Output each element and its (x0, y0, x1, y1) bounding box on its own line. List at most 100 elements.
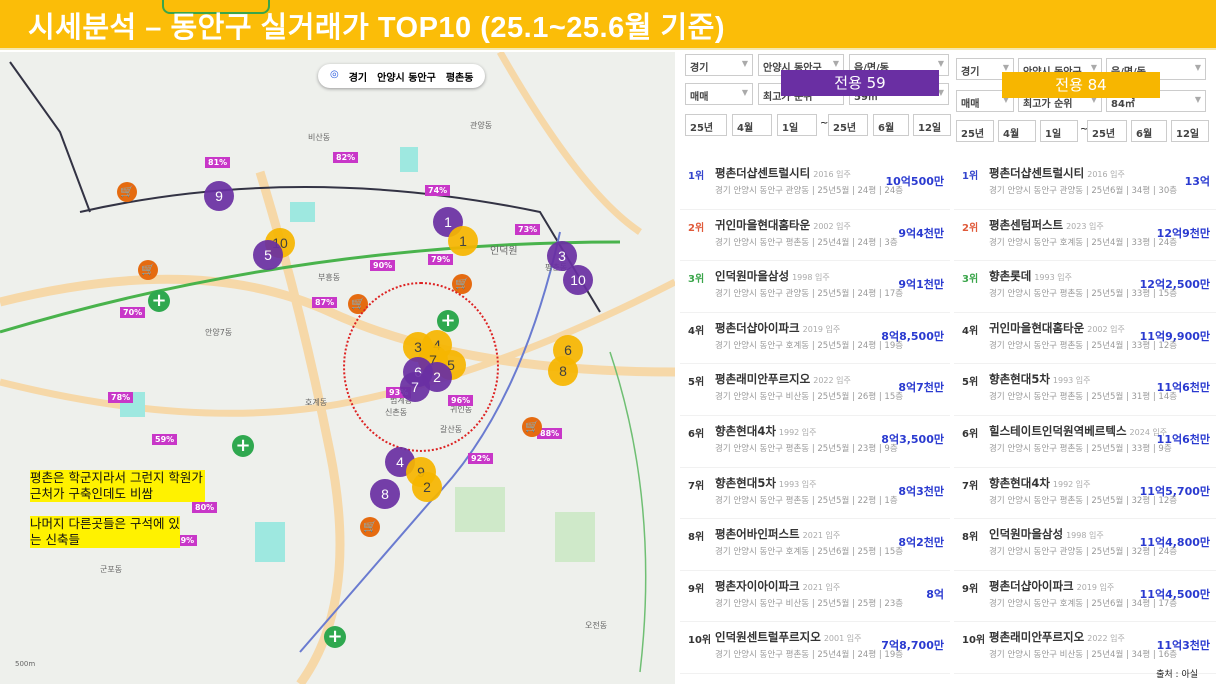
map-label: 관양동 (470, 121, 493, 130)
school-pct: 74% (425, 185, 451, 196)
school-pct: 90% (370, 260, 396, 271)
filter-end-month[interactable]: 6월 (873, 114, 909, 136)
filter-end-year[interactable]: 25년 (828, 114, 868, 136)
list-item[interactable]: 8위 인덕원마을삼성 1998 입주 경기 안양시 동안구 관양동 | 25년5월… (954, 519, 1216, 571)
filter-end-year[interactable]: 25년 (1087, 120, 1127, 142)
marker-59-9[interactable]: 9 (204, 181, 234, 211)
map-label: 비산동 (308, 133, 331, 142)
price: 8억 (926, 587, 944, 601)
filter-start-month[interactable]: 4월 (732, 114, 772, 136)
school-pct: 59% (152, 434, 178, 445)
move-in-year: 2022 입주 (813, 376, 851, 386)
complex-name: 평촌래미안푸르지오 2022 입주 (989, 630, 1125, 645)
list-item[interactable]: 1위 평촌더샵센트럴시티 2016 입주 경기 안양시 동안구 관양동 | 25년… (954, 158, 1216, 210)
list-item[interactable]: 3위 향촌롯데 1993 입주 경기 안양시 동안구 평촌동 | 25년5월 | … (954, 261, 1216, 313)
complex-name: 인덕원마을삼성 1998 입주 (715, 269, 830, 284)
move-in-year: 2002 입주 (813, 221, 851, 231)
map-label: 오전동 (585, 621, 608, 630)
price: 13억 (1184, 175, 1210, 188)
price: 11억6천만 (1156, 381, 1210, 395)
filter-start-day[interactable]: 1일 (777, 114, 817, 136)
rank: 6위 (962, 428, 979, 440)
list-item[interactable]: 4위 귀인마을현대홈타운 2002 입주 경기 안양시 동안구 평촌동 | 25년… (954, 313, 1216, 365)
school-pct: 80% (192, 502, 218, 513)
list-item[interactable]: 8위 평촌어바인퍼스트 2021 입주 경기 안양시 동안구 호계동 | 25년6… (680, 519, 950, 571)
list-item[interactable]: 1위 평촌더샵센트럴시티 2016 입주 경기 안양시 동안구 관양동 | 25년… (680, 158, 950, 210)
complex-detail: 경기 안양시 동안구 호계동 | 25년6월 | 25평 | 15층 (715, 547, 904, 558)
rank: 7위 (688, 480, 705, 492)
filter-start-month[interactable]: 4월 (998, 120, 1036, 142)
marker-84-8[interactable]: 8 (548, 356, 578, 386)
school-pct: 73% (515, 224, 541, 235)
map[interactable]: ◎ 경기 안양시 동안구 평촌동 관양동 인덕원 비산동 평촌동 귀인동 호계동… (0, 52, 675, 684)
filter-start-year[interactable]: 25년 (685, 114, 727, 136)
list-item[interactable]: 5위 평촌래미안푸르지오 2022 입주 경기 안양시 동안구 비산동 | 25년… (680, 364, 950, 416)
complex-name: 평촌래미안푸르지오 2022 입주 (715, 372, 851, 387)
move-in-year: 2002 입주 (1087, 324, 1125, 334)
filter-start-day[interactable]: 1일 (1040, 120, 1078, 142)
complex-detail: 경기 안양시 동안구 평촌동 | 25년5월 | 33평 | 9층 (989, 443, 1172, 454)
list-item[interactable]: 6위 향촌현대4차 1992 입주 경기 안양시 동안구 평촌동 | 25년5월 … (680, 416, 950, 468)
complex-name: 인덕원센트럴푸르지오 2001 입주 (715, 630, 862, 645)
list-item[interactable]: 7위 향촌현대4차 1992 입주 경기 안양시 동안구 평촌동 | 25년5월 … (954, 468, 1216, 520)
list-item[interactable]: 7위 향촌현대5차 1993 입주 경기 안양시 동안구 평촌동 | 25년5월 … (680, 468, 950, 520)
location-breadcrumb[interactable]: ◎ 경기 안양시 동안구 평촌동 (318, 64, 486, 88)
list-item[interactable]: 4위 평촌더샵아이파크 2019 입주 경기 안양시 동안구 호계동 | 25년5… (680, 313, 950, 365)
price: 7억8,700만 (881, 639, 944, 653)
filter-end-day[interactable]: 12일 (913, 114, 951, 136)
complex-detail: 경기 안양시 동안구 평촌동 | 25년5월 | 23평 | 9층 (715, 443, 898, 454)
school-pct: 87% (312, 297, 338, 308)
ranking-list-84: 1위 평촌더샵센트럴시티 2016 입주 경기 안양시 동안구 관양동 | 25년… (954, 158, 1216, 674)
move-in-year: 2021 입주 (802, 531, 841, 541)
complex-name: 향촌롯데 1993 입주 (989, 269, 1072, 284)
marker-84-1[interactable]: 1 (448, 226, 478, 256)
marker-84-2[interactable]: 2 (412, 472, 442, 502)
complex-name: 평촌더샵아이파크 2019 입주 (715, 320, 841, 335)
list-item[interactable]: 2위 평촌센텀퍼스트 2023 입주 경기 안양시 동안구 호계동 | 25년4월… (954, 210, 1216, 262)
price: 9억1천만 (898, 278, 944, 292)
rank: 3위 (962, 274, 979, 286)
marker-59-5[interactable]: 5 (253, 240, 283, 270)
list-item[interactable]: 5위 향촌현대5차 1993 입주 경기 안양시 동안구 평촌동 | 25년5월 … (954, 364, 1216, 416)
filter-province[interactable]: 경기 ▼ (685, 54, 753, 76)
list-item[interactable]: 9위 평촌더샵아이파크 2019 입주 경기 안양시 동안구 호계동 | 25년6… (954, 571, 1216, 623)
marker-59-10[interactable]: 10 (563, 265, 593, 295)
marker-59-7[interactable]: 7 (400, 372, 430, 402)
rank: 5위 (962, 377, 979, 389)
price: 11억4,500만 (1139, 587, 1210, 601)
move-in-year: 2019 입주 (802, 324, 841, 334)
price: 11억6천만 (1156, 432, 1210, 446)
complex-name: 향촌현대4차 1992 입주 (715, 423, 817, 438)
filter-end-month[interactable]: 6월 (1131, 120, 1167, 142)
price: 12억9천만 (1156, 226, 1210, 240)
panel-84: 경기▼ 안양시 동안구▼ 읍/면/동▼ 매매▼ 최고가 순위▼ 84㎡▼ 25년… (954, 52, 1216, 684)
list-item[interactable]: 9위 평촌자이아이파크 2021 입주 경기 안양시 동안구 비산동 | 25년5… (680, 571, 950, 623)
school-pct: 70% (120, 307, 146, 318)
rank: 9위 (688, 583, 705, 595)
filter-end-day[interactable]: 12일 (1171, 120, 1209, 142)
filter-start-year[interactable]: 25년 (956, 120, 994, 142)
complex-name: 인덕원마을삼성 1998 입주 (989, 527, 1104, 542)
filter-trade-type[interactable]: 매매 ▼ (685, 83, 753, 105)
marker-59-8[interactable]: 8 (370, 479, 400, 509)
complex-name: 향촌현대5차 1993 입주 (989, 372, 1091, 387)
list-item[interactable]: 10위 인덕원센트럴푸르지오 2001 입주 경기 안양시 동안구 평촌동 | 2… (680, 622, 950, 674)
price: 8억2천만 (898, 536, 944, 550)
map-label: 군포동 (100, 565, 123, 574)
rank: 10위 (962, 635, 986, 647)
move-in-year: 1993 입주 (1034, 273, 1072, 283)
list-item[interactable]: 6위 힐스테이트인덕원역베르텍스 2024 입주 경기 안양시 동안구 평촌동 |… (954, 416, 1216, 468)
complex-detail: 경기 안양시 동안구 평촌동 | 25년4월 | 24평 | 19층 (715, 650, 904, 661)
price: 9억4천만 (898, 226, 944, 240)
rank: 2위 (688, 222, 705, 234)
hospital-icon: + (324, 626, 346, 648)
rank: 8위 (962, 532, 979, 544)
badge-84: 전용 84 (1002, 72, 1160, 98)
price: 10억500만 (885, 175, 944, 188)
complex-name: 향촌현대4차 1992 입주 (989, 475, 1091, 490)
list-item[interactable]: 3위 인덕원마을삼성 1998 입주 경기 안양시 동안구 관양동 | 25년5월… (680, 261, 950, 313)
complex-name: 향촌현대5차 1993 입주 (715, 475, 817, 490)
map-label: 부흥동 (318, 273, 341, 282)
move-in-year: 1993 입주 (778, 479, 817, 489)
list-item[interactable]: 2위 귀인마을현대홈타운 2002 입주 경기 안양시 동안구 평촌동 | 25년… (680, 210, 950, 262)
